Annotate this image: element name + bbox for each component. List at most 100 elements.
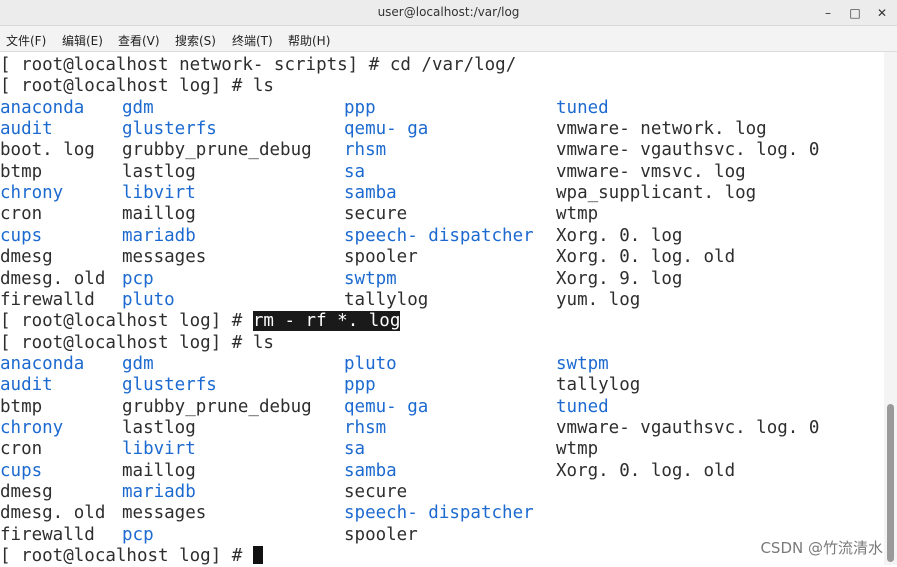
file-entry: Xorg. 0. log	[556, 225, 683, 246]
file-entry: vmware- vgauthsvc. log. 0	[556, 140, 820, 161]
file-entry: dmesg. old	[0, 503, 106, 524]
directory-entry: pcp	[122, 524, 154, 545]
command-line: [ root@localhost log] # ls	[0, 333, 274, 354]
command-text: ls	[252, 76, 274, 97]
minimize-icon[interactable]: –	[818, 3, 838, 23]
file-entry: Xorg. 0. log. old	[556, 247, 736, 268]
directory-entry: tuned	[556, 396, 609, 417]
file-entry: Xorg. 0. log. old	[556, 460, 736, 481]
menu-search[interactable]: 搜索(S)	[175, 32, 216, 49]
directory-entry: anaconda	[0, 353, 85, 374]
command-line: [ root@localhost network- scripts] # cd …	[0, 55, 516, 76]
file-entry: firewalld	[0, 289, 95, 310]
directory-entry: ppp	[344, 375, 376, 396]
directory-entry: ppp	[344, 97, 376, 118]
command-line: [ root@localhost log] # rm - rf *. log	[0, 311, 401, 332]
directory-entry: rhsm	[344, 417, 387, 438]
file-entry: spooler	[344, 524, 418, 545]
directory-entry: mariadb	[122, 225, 196, 246]
directory-entry: sa	[344, 161, 366, 182]
scrollbar[interactable]	[884, 52, 897, 565]
file-entry: messages	[122, 247, 207, 268]
file-entry: vmware- vgauthsvc. log. 0	[556, 417, 820, 438]
file-entry: grubby_prune_debug	[122, 140, 312, 161]
terminal-output[interactable]: [ root@localhost network- scripts] # cd …	[0, 52, 884, 567]
scrollbar-thumb[interactable]	[887, 404, 894, 562]
file-entry: spooler	[344, 247, 418, 268]
file-entry: boot. log	[0, 140, 95, 161]
directory-entry: audit	[0, 375, 53, 396]
directory-entry: cups	[0, 460, 43, 481]
directory-entry: cups	[0, 225, 43, 246]
file-entry: wtmp	[556, 439, 599, 460]
directory-entry: pluto	[122, 289, 175, 310]
file-entry: tallylog	[556, 375, 641, 396]
file-entry: grubby_prune_debug	[122, 396, 312, 417]
file-entry: vmware- network. log	[556, 119, 767, 140]
close-icon[interactable]: ✕	[872, 3, 892, 23]
file-entry: yum. log	[556, 289, 641, 310]
directory-entry: samba	[344, 183, 397, 204]
menu-terminal[interactable]: 终端(T)	[232, 32, 273, 49]
file-entry: cron	[0, 204, 43, 225]
directory-entry: glusterfs	[122, 375, 217, 396]
file-entry: dmesg	[0, 482, 53, 502]
file-entry: dmesg. old	[0, 268, 106, 289]
text-cursor	[252, 546, 263, 565]
title-bar: user@localhost:/var/log – □ ✕	[0, 0, 897, 26]
shell-prompt: [ root@localhost log] #	[0, 76, 253, 97]
directory-entry: chrony	[0, 417, 64, 438]
file-entry: lastlog	[122, 161, 196, 182]
file-entry: firewalld	[0, 524, 95, 545]
window-title: user@localhost:/var/log	[377, 5, 520, 19]
file-entry: lastlog	[122, 417, 196, 438]
maximize-icon[interactable]: □	[845, 3, 865, 23]
shell-prompt: [ root@localhost network- scripts] #	[0, 55, 390, 75]
directory-entry: glusterfs	[122, 119, 217, 140]
directory-entry: rhsm	[344, 140, 387, 161]
command-line: [ root@localhost log] #	[0, 546, 263, 567]
menu-edit[interactable]: 编辑(E)	[62, 32, 103, 49]
directory-entry: pcp	[122, 268, 154, 289]
directory-entry: qemu- ga	[344, 396, 429, 417]
selected-command: rm - rf *. log	[252, 311, 401, 332]
directory-entry: libvirt	[122, 439, 196, 460]
directory-entry: gdm	[122, 353, 154, 374]
file-entry: wtmp	[556, 204, 599, 225]
file-entry: Xorg. 9. log	[556, 268, 683, 289]
file-entry: dmesg	[0, 247, 53, 268]
menu-view[interactable]: 查看(V)	[118, 32, 160, 49]
shell-prompt: [ root@localhost log] #	[0, 332, 253, 353]
file-entry: secure	[344, 482, 408, 502]
directory-entry: libvirt	[122, 183, 196, 204]
command-text: cd /var/log/	[389, 55, 517, 75]
file-entry: secure	[344, 204, 408, 225]
menu-file[interactable]: 文件(F)	[6, 32, 46, 49]
file-entry: messages	[122, 503, 207, 524]
file-entry: maillog	[122, 460, 196, 481]
watermark: CSDN @竹流清水	[760, 539, 883, 557]
directory-entry: samba	[344, 460, 397, 481]
directory-entry: chrony	[0, 183, 64, 204]
file-entry: tallylog	[344, 289, 429, 310]
file-entry: btmp	[0, 161, 43, 182]
directory-entry: speech- dispatcher	[344, 503, 534, 524]
file-entry: cron	[0, 439, 43, 460]
menu-bar: 文件(F) 编辑(E) 查看(V) 搜索(S) 终端(T) 帮助(H)	[0, 26, 897, 52]
directory-entry: qemu- ga	[344, 119, 429, 140]
directory-entry: audit	[0, 119, 53, 140]
directory-entry: pluto	[344, 353, 397, 374]
file-entry: wpa_supplicant. log	[556, 183, 757, 204]
directory-entry: anaconda	[0, 97, 85, 118]
directory-entry: tuned	[556, 97, 609, 118]
directory-entry: mariadb	[122, 482, 196, 502]
menu-help[interactable]: 帮助(H)	[288, 32, 330, 49]
shell-prompt: [ root@localhost log] #	[0, 546, 253, 567]
directory-entry: gdm	[122, 97, 154, 118]
directory-entry: swtpm	[556, 353, 609, 374]
directory-entry: swtpm	[344, 268, 397, 289]
file-entry: btmp	[0, 396, 43, 417]
directory-entry: sa	[344, 439, 366, 460]
command-text: ls	[252, 332, 274, 353]
file-entry: maillog	[122, 204, 196, 225]
